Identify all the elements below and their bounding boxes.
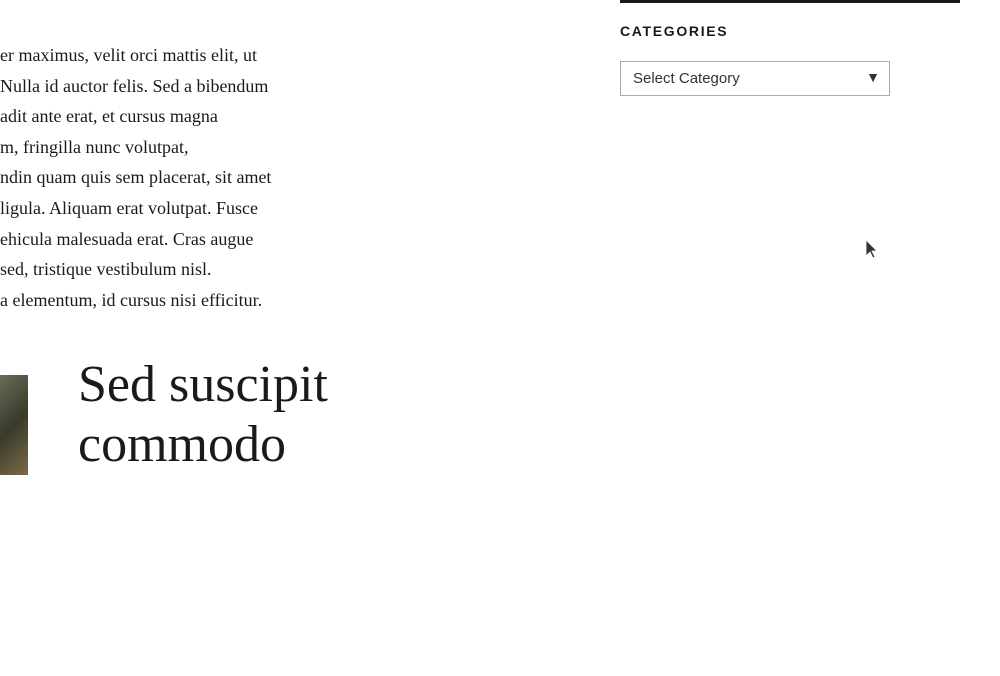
category-select-wrapper[interactable]: Select Category ▼ — [620, 61, 890, 96]
article-paragraph: er maximus, velit orci mattis elit, ut N… — [0, 40, 580, 315]
sidebar: CATEGORIES Select Category ▼ — [580, 0, 1000, 676]
categories-heading: CATEGORIES — [620, 23, 960, 39]
article-thumbnail — [0, 375, 28, 475]
page-container: er maximus, velit orci mattis elit, ut N… — [0, 0, 1000, 676]
cursor-indicator — [864, 238, 882, 267]
main-content: er maximus, velit orci mattis elit, ut N… — [0, 0, 580, 676]
next-article-title: Sed suscipitcommodo — [40, 355, 580, 475]
sidebar-top-divider — [620, 0, 960, 3]
category-select[interactable]: Select Category — [620, 61, 890, 96]
article-body: er maximus, velit orci mattis elit, ut N… — [0, 0, 580, 315]
